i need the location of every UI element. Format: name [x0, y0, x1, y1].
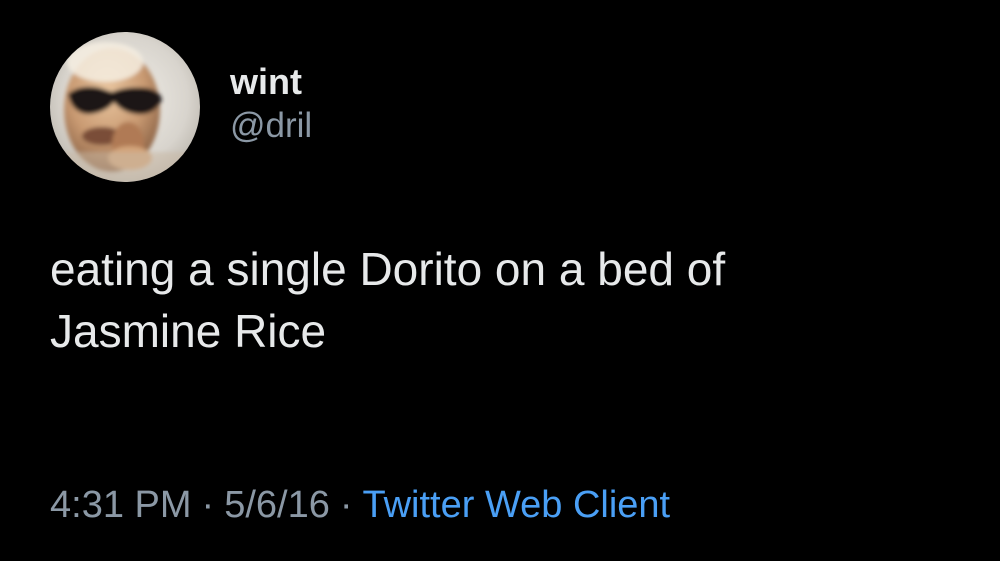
profile-photo-icon: [50, 32, 200, 182]
tweet-meta: 4:31 PM · 5/6/16 · Twitter Web Client: [50, 480, 670, 530]
avatar[interactable]: [50, 32, 200, 182]
tweet-card: wint @dril eating a single Dorito on a b…: [0, 0, 1000, 561]
separator-dot: ·: [201, 484, 215, 526]
tweet-date[interactable]: 5/6/16: [224, 484, 330, 526]
separator-dot: ·: [339, 484, 353, 526]
tweet-time[interactable]: 4:31 PM: [50, 484, 192, 526]
tweet-text: eating a single Dorito on a bed of Jasmi…: [50, 238, 970, 362]
tweet-text-line: eating a single Dorito on a bed of: [50, 243, 726, 295]
author-identity: wint @dril: [230, 60, 312, 148]
tweet-text-line: Jasmine Rice: [50, 305, 327, 357]
tweet-header: wint @dril: [50, 32, 312, 182]
user-handle[interactable]: @dril: [230, 104, 312, 148]
display-name[interactable]: wint: [230, 60, 312, 104]
source-link[interactable]: Twitter Web Client: [363, 484, 671, 526]
